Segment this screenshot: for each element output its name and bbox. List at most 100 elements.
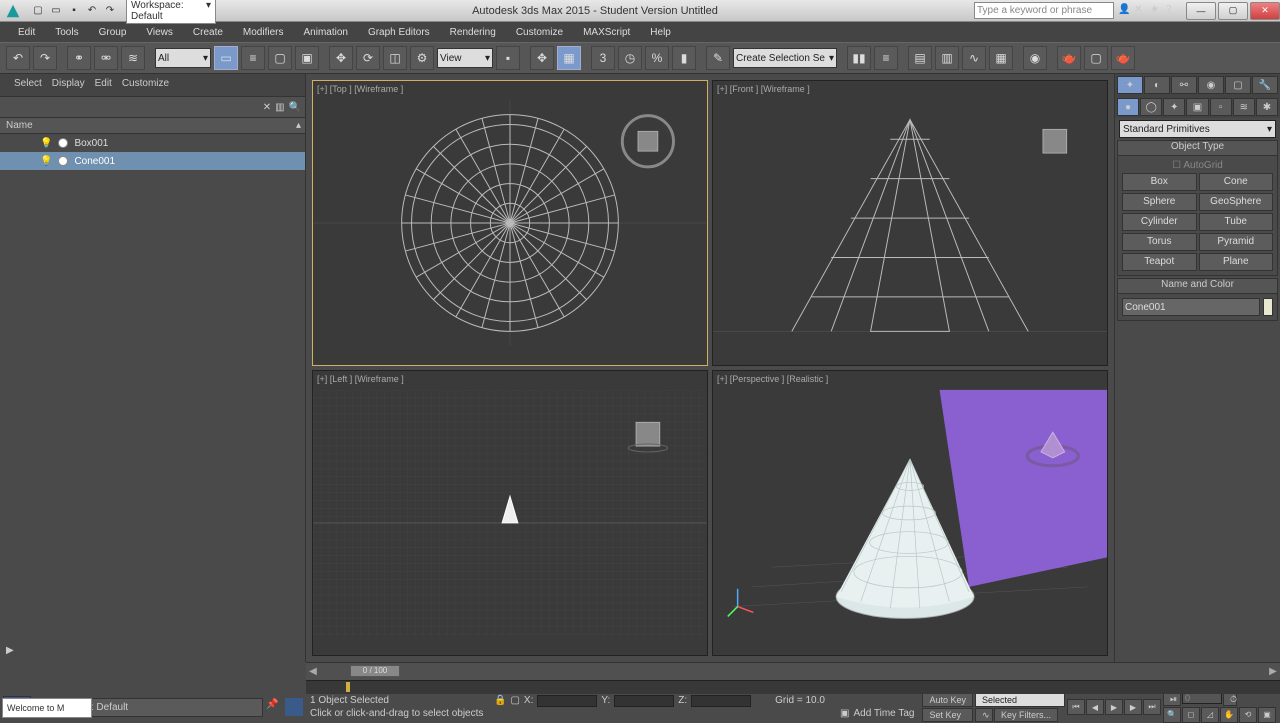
named-selection-dropdown[interactable]: Create Selection Se▾	[733, 48, 837, 68]
goto-end-icon[interactable]: ⏭	[1143, 699, 1161, 715]
lock-icon[interactable]: 🔒	[494, 695, 506, 706]
tab-edit[interactable]: Edit	[95, 78, 112, 96]
angle-snap-button[interactable]: ◷	[618, 46, 642, 70]
scene-header[interactable]: Name▴	[0, 118, 305, 134]
obj-geosphere-button[interactable]: GeoSphere	[1199, 193, 1274, 211]
render-button[interactable]: 🫖	[1111, 46, 1135, 70]
tab-customize[interactable]: Customize	[122, 78, 169, 96]
keyboard-shortcut-button[interactable]: ▦	[557, 46, 581, 70]
track-bar[interactable]	[306, 680, 1280, 694]
viewport-top[interactable]: [+] [Top ] [Wireframe ] /* placeholder *…	[312, 80, 708, 366]
menu-grapheditors[interactable]: Graph Editors	[358, 24, 440, 41]
lock-icon[interactable]: ✕	[263, 102, 271, 113]
menu-group[interactable]: Group	[89, 24, 137, 41]
help-icon[interactable]: ?	[1166, 4, 1180, 18]
rollout-name-color[interactable]: Name and Color	[1117, 278, 1278, 294]
utilities-tab-icon[interactable]: 🔧	[1252, 76, 1278, 94]
scene-explorer-button[interactable]: ▥	[935, 46, 959, 70]
spacewarps-icon[interactable]: ≋	[1233, 98, 1255, 116]
schematic-button[interactable]: ▦	[989, 46, 1013, 70]
prev-frame-icon[interactable]: ◀	[306, 666, 320, 677]
tab-select[interactable]: Select	[14, 78, 42, 96]
snap-3d-button[interactable]: 3	[591, 46, 615, 70]
isolate-icon[interactable]: ▢	[510, 695, 519, 706]
menu-rendering[interactable]: Rendering	[440, 24, 506, 41]
redo-button[interactable]: ↷	[33, 46, 57, 70]
menu-edit[interactable]: Edit	[8, 24, 45, 41]
menu-help[interactable]: Help	[640, 24, 681, 41]
scale-button[interactable]: ◫	[383, 46, 407, 70]
obj-tube-button[interactable]: Tube	[1199, 213, 1274, 231]
material-editor-button[interactable]: ◉	[1023, 46, 1047, 70]
viewport-label[interactable]: [+] [Left ] [Wireframe ]	[317, 374, 404, 384]
maxscript-listener[interactable]: Welcome to M	[2, 698, 92, 718]
obj-teapot-button[interactable]: Teapot	[1122, 253, 1197, 271]
next-frame-icon[interactable]: ▶	[1266, 666, 1280, 677]
percent-snap-button[interactable]: %	[645, 46, 669, 70]
time-slider[interactable]: ◀ 0 / 100 ▶	[306, 662, 1280, 680]
obj-pyramid-button[interactable]: Pyramid	[1199, 233, 1274, 251]
nav-zoom-icon[interactable]: 🔍	[1163, 707, 1181, 723]
obj-plane-button[interactable]: Plane	[1199, 253, 1274, 271]
play-icon[interactable]: ▶	[1105, 699, 1123, 715]
search-icon[interactable]: 🔍	[289, 102, 301, 113]
star-icon[interactable]: ★	[1150, 4, 1164, 18]
bind-button[interactable]: ≋	[121, 46, 145, 70]
viewport-perspective[interactable]: [+] [Perspective ] [Realistic ]	[712, 370, 1108, 656]
viewport-front[interactable]: [+] [Front ] [Wireframe ]	[712, 80, 1108, 366]
create-tab-icon[interactable]: ✦	[1117, 76, 1143, 94]
menu-create[interactable]: Create	[183, 24, 233, 41]
search-input[interactable]: Type a keyword or phrase	[974, 2, 1114, 19]
align-button[interactable]: ≡	[874, 46, 898, 70]
filter-icon[interactable]: ▥	[275, 102, 284, 113]
pivot-button[interactable]: ▪	[496, 46, 520, 70]
shapes-icon[interactable]: ◯	[1140, 98, 1162, 116]
select-name-button[interactable]: ≡	[241, 46, 265, 70]
geometry-icon[interactable]: ●	[1117, 98, 1139, 116]
nav-zoomall-icon[interactable]: ◻	[1182, 707, 1200, 723]
curve-editor-button[interactable]: ∿	[962, 46, 986, 70]
manipulate-button[interactable]: ✥	[530, 46, 554, 70]
link-button[interactable]: ⚭	[67, 46, 91, 70]
script-icon[interactable]: ▣	[840, 708, 849, 719]
nav-orbit-icon[interactable]: ⟲	[1239, 707, 1257, 723]
scene-item-box[interactable]: 💡 Box001	[0, 134, 305, 152]
visibility-icon[interactable]	[58, 138, 68, 148]
obj-cone-button[interactable]: Cone	[1199, 173, 1274, 191]
menu-tools[interactable]: Tools	[45, 24, 88, 41]
move-button[interactable]: ✥	[329, 46, 353, 70]
render-setup-button[interactable]: 🫖	[1057, 46, 1081, 70]
object-color-swatch[interactable]	[1263, 298, 1273, 316]
expand-icon[interactable]: ▶	[0, 645, 20, 656]
save-icon[interactable]: ▪	[66, 3, 82, 19]
keymode-icon[interactable]: ∿	[975, 708, 993, 722]
time-handle[interactable]: 0 / 100	[350, 665, 400, 677]
systems-icon[interactable]: ✱	[1256, 98, 1278, 116]
obj-torus-button[interactable]: Torus	[1122, 233, 1197, 251]
nav-fov-icon[interactable]: ◿	[1201, 707, 1219, 723]
open-icon[interactable]: ▭	[48, 3, 64, 19]
workspace-dropdown[interactable]: Workspace: Default▾	[126, 0, 216, 24]
rect-region-button[interactable]: ▢	[268, 46, 292, 70]
modify-tab-icon[interactable]: ◐	[1144, 76, 1170, 94]
hierarchy-tab-icon[interactable]: ⚯	[1171, 76, 1197, 94]
viewcube-icon[interactable]	[622, 116, 673, 167]
object-name-input[interactable]	[1122, 298, 1260, 316]
viewport-label[interactable]: [+] [Front ] [Wireframe ]	[717, 84, 810, 94]
menu-views[interactable]: Views	[136, 24, 183, 41]
obj-box-button[interactable]: Box	[1122, 173, 1197, 191]
display-tab-icon[interactable]: ▢	[1225, 76, 1251, 94]
rollout-object-type[interactable]: Object Type	[1117, 140, 1278, 156]
menu-animation[interactable]: Animation	[293, 24, 357, 41]
selection-filter-dropdown[interactable]: All▾	[155, 48, 211, 68]
x-coord-input[interactable]	[537, 695, 597, 707]
viewcube-icon[interactable]	[1043, 129, 1067, 153]
maximize-button[interactable]: ▢	[1218, 2, 1248, 20]
viewport-left[interactable]: [+] [Left ] [Wireframe ]	[312, 370, 708, 656]
helpers-icon[interactable]: ▫	[1210, 98, 1232, 116]
tab-display[interactable]: Display	[52, 78, 85, 96]
viewport-label[interactable]: [+] [Top ] [Wireframe ]	[317, 84, 403, 94]
pin-icon[interactable]: 📌	[266, 699, 282, 715]
menu-maxscript[interactable]: MAXScript	[573, 24, 640, 41]
keyframe-icon[interactable]	[346, 682, 350, 692]
